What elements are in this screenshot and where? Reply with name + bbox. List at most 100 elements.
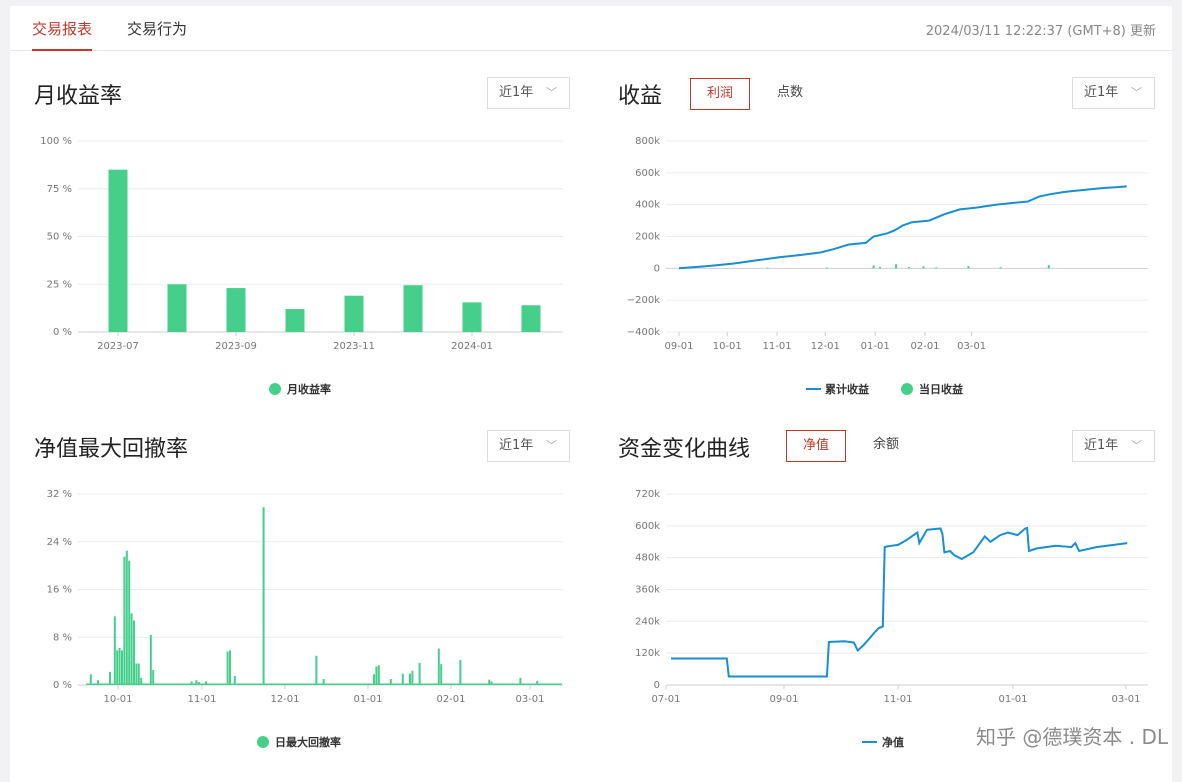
charts-canvas: 100 % 75 % 50 % 25 % 0 % 2023-07 2023-09 2023-1… (40, 136, 1148, 749)
drawdown-bar (226, 651, 229, 685)
equity-y-tick-label: 480k (635, 553, 660, 564)
monthly-bar (167, 284, 187, 332)
equity-y-tick-label: 720k (635, 489, 660, 500)
monthly-x-tick-label: 2024-01 (451, 341, 493, 352)
profit-y-tick-label: −400k (627, 327, 660, 338)
profit-daily-bar (1047, 265, 1050, 269)
monthly-x-tick-label: 2023-09 (215, 341, 257, 352)
monthly-bar (108, 169, 128, 332)
profit-daily-bar (825, 267, 828, 269)
profit-daily-bar (967, 266, 970, 269)
drawdown-bar (437, 648, 440, 685)
drawdown-bar (89, 674, 92, 685)
drawdown-bar (116, 650, 119, 685)
profit-cumulative-line (678, 185, 1127, 270)
drawdown-bar (121, 650, 123, 685)
drawdown-x-tick-label: 11-01 (187, 694, 216, 705)
monthly-x-tick-label: 2023-07 (97, 341, 139, 352)
drawdown-bar (229, 650, 231, 685)
monthly-y-tick-label: 25 % (47, 279, 72, 290)
drawdown-bar (373, 674, 375, 685)
drawdown-bar (409, 673, 411, 685)
profit-legend-label-daily: 当日收益 (919, 382, 963, 396)
equity-x-tick-label: 07-01 (651, 694, 680, 705)
drawdown-bar (440, 664, 443, 685)
drawdown-bar (401, 673, 404, 685)
monthly-bar (403, 285, 423, 332)
monthly-bar (226, 288, 246, 332)
profit-y-tick-label: −200k (627, 295, 660, 306)
profit-daily-bar (935, 267, 938, 269)
drawdown-bar (109, 671, 111, 685)
equity-x-tick-label: 09-01 (769, 694, 798, 705)
equity-y-tick-label: 240k (635, 616, 660, 627)
monthly-x-tick-label: 2023-11 (333, 341, 375, 352)
profit-y-tick-label: 0 (654, 263, 660, 274)
drawdown-bar (128, 560, 131, 685)
drawdown-x-tick-label: 10-01 (103, 694, 132, 705)
profit-legend-label-cumulative: 累计收益 (825, 382, 869, 396)
drawdown-bar (315, 655, 318, 685)
drawdown-x-tick-label: 03-01 (515, 694, 544, 705)
profit-x-tick-label: 12-01 (811, 341, 840, 352)
drawdown-bar (149, 634, 152, 685)
drawdown-bar (152, 670, 155, 685)
drawdown-bar (113, 616, 116, 685)
drawdown-bar (375, 666, 378, 685)
profit-y-tick-label: 600k (635, 168, 660, 179)
equity-y-tick-label: 120k (635, 648, 660, 659)
equity-x-tick-label: 01-01 (998, 694, 1027, 705)
drawdown-bar (459, 659, 462, 685)
monthly-bar (285, 309, 305, 332)
drawdown-x-tick-label: 02-01 (436, 694, 465, 705)
drawdown-bar (377, 665, 380, 685)
equity-net-value-line (671, 526, 1128, 678)
drawdown-x-tick-label: 12-01 (270, 694, 299, 705)
drawdown-bar (137, 663, 140, 685)
drawdown-y-tick-label: 32 % (47, 489, 72, 500)
drawdown-bar (125, 550, 128, 685)
profit-y-tick-label: 200k (635, 232, 660, 243)
watermark: 知乎 @德璞资本 . DL (976, 725, 1168, 749)
drawdown-bar (418, 662, 421, 685)
drawdown-bar (135, 663, 138, 685)
drawdown-legend-marker (257, 736, 269, 748)
drawdown-y-tick-label: 8 % (53, 632, 72, 643)
profit-x-tick-label: 01-01 (861, 341, 890, 352)
equity-legend-label: 净值 (882, 735, 904, 749)
drawdown-y-tick-label: 0 % (53, 680, 72, 691)
equity-y-tick-label: 360k (635, 585, 660, 596)
equity-y-tick-label: 0 (654, 680, 660, 691)
profit-x-tick-label: 02-01 (910, 341, 939, 352)
profit-x-tick-label: 11-01 (763, 341, 792, 352)
drawdown-y-tick-label: 16 % (47, 585, 72, 596)
monthly-y-tick-label: 50 % (47, 232, 72, 243)
profit-y-tick-label: 800k (635, 136, 660, 147)
monthly-y-tick-label: 100 % (40, 136, 72, 147)
equity-x-tick-label: 03-01 (1111, 694, 1140, 705)
profit-daily-bar (895, 264, 898, 269)
monthly-bar (521, 305, 541, 332)
profit-daily-bar (766, 267, 769, 269)
profit-legend-dot-marker (901, 383, 913, 395)
drawdown-bar (123, 556, 126, 685)
drawdown-x-tick-label: 01-01 (353, 694, 382, 705)
profit-daily-bar (999, 267, 1002, 269)
profit-daily-bar (907, 267, 910, 269)
drawdown-bar (262, 507, 265, 685)
profit-x-tick-label: 09-01 (664, 341, 693, 352)
drawdown-legend-label: 日最大回撤率 (275, 735, 341, 749)
profit-x-tick-label: 10-01 (713, 341, 742, 352)
profit-daily-bar (872, 265, 875, 269)
profit-x-tick-label: 03-01 (957, 341, 986, 352)
drawdown-baseline-bars (86, 683, 562, 685)
profit-daily-bar (922, 266, 925, 269)
drawdown-bar (118, 647, 121, 685)
equity-y-tick-label: 600k (635, 521, 660, 532)
drawdown-bar (130, 613, 133, 685)
monthly-legend-marker (269, 383, 281, 395)
profit-y-tick-label: 400k (635, 200, 660, 211)
equity-x-tick-label: 11-01 (883, 694, 912, 705)
monthly-legend-label: 月收益率 (286, 382, 331, 396)
drawdown-y-tick-label: 24 % (47, 537, 72, 548)
